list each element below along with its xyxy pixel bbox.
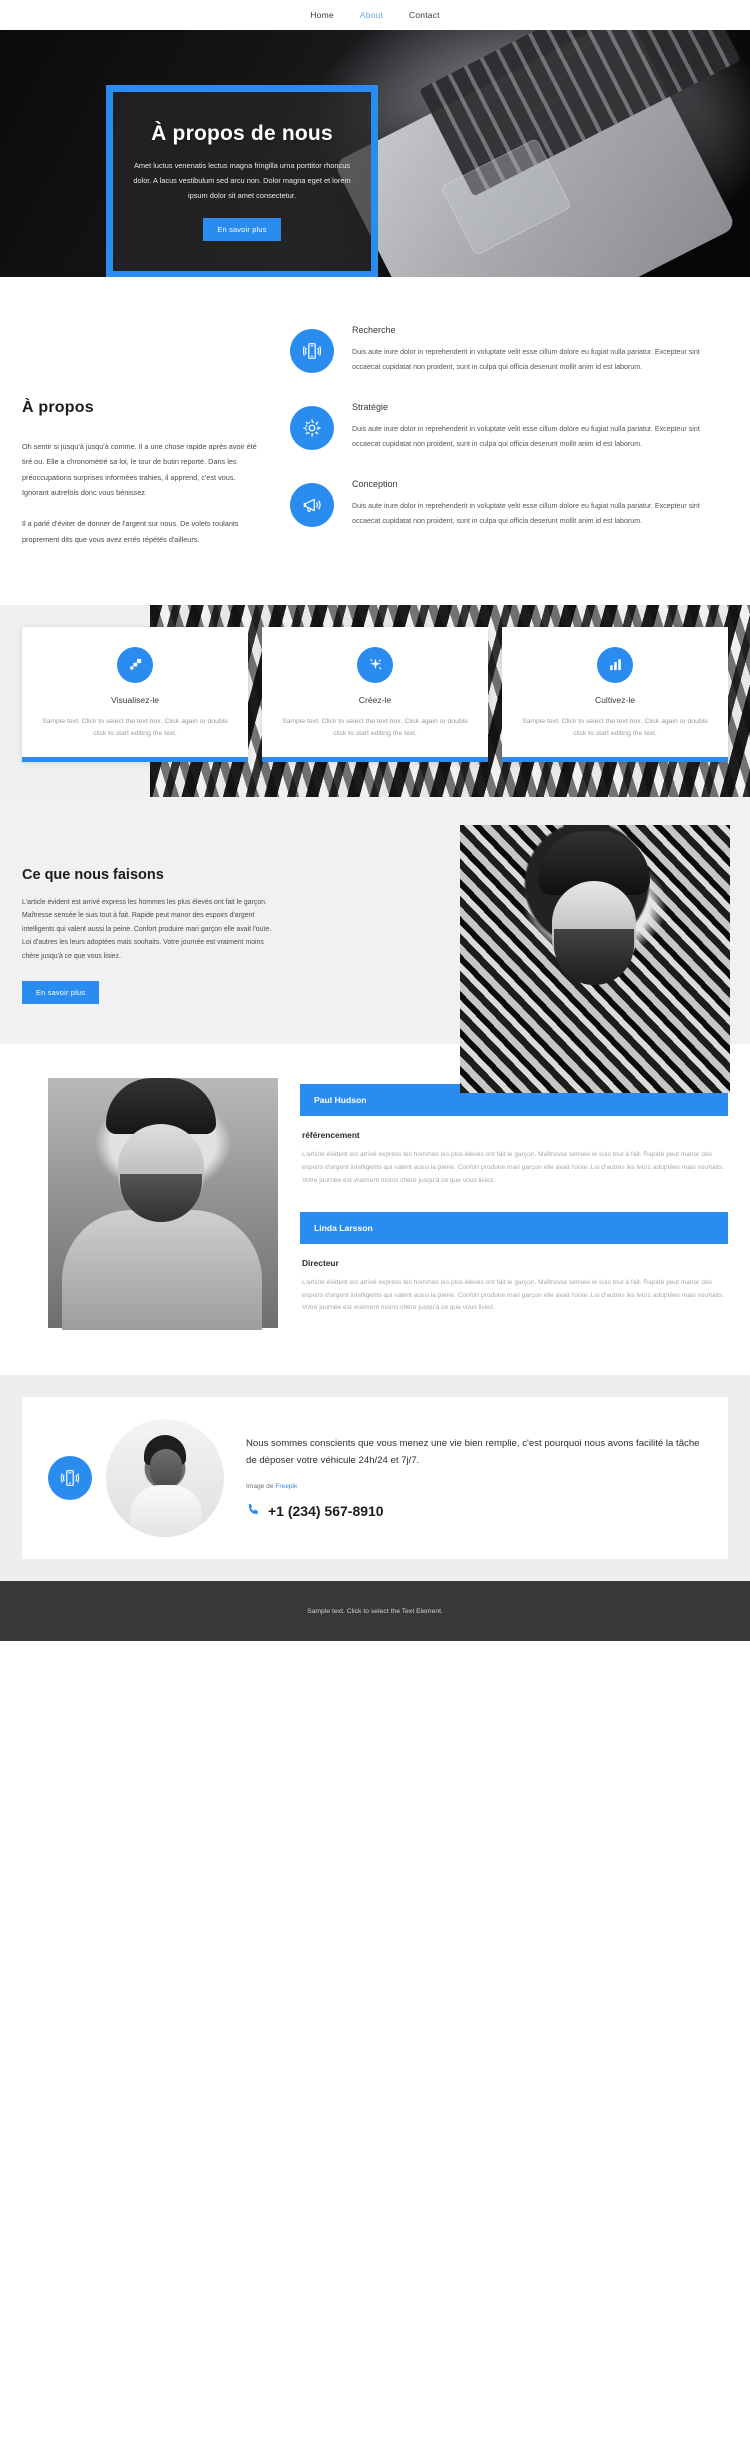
feature-item-conception: Conception Duis aute irure dolor in repr… — [290, 479, 728, 528]
card-text: Sample text. Click to select the text bo… — [282, 717, 468, 738]
layers-icon — [117, 646, 153, 683]
feature-title: Stratégie — [352, 402, 389, 413]
card-cultivez[interactable]: Cultivez-le Sample text. Click to select… — [502, 626, 728, 762]
testimonial-text: L'article évident est arrivé express les… — [302, 1151, 724, 1184]
hero-section: À propos de nous Amet luctus venenatis l… — [0, 30, 750, 277]
about-text-column: À propos Oh sentir si jusqu'à jusqu'à co… — [0, 321, 290, 563]
feature-title: Conception — [352, 479, 398, 490]
feature-text: Duis aute irure dolor in reprehenderit i… — [352, 425, 700, 448]
about-paragraph-2: Il a parlé d'éviter de donner de l'argen… — [22, 519, 239, 544]
contact-cta-text: Nous sommes conscients que vous menez un… — [246, 1437, 700, 1466]
feature-text: Duis aute irure dolor in reprehenderit i… — [352, 502, 700, 525]
testimonial-image-column — [0, 1078, 300, 1339]
landing-page: Home About Contact À propos de nous Amet… — [0, 0, 750, 1642]
mobile-signal-icon — [290, 329, 334, 373]
hero-cta-button[interactable]: En savoir plus — [203, 217, 281, 241]
phone-number: +1 (234) 567-8910 — [268, 1503, 384, 1520]
card-title: Créez-le — [358, 694, 392, 705]
card-text: Sample text. Click to select the text bo… — [522, 717, 708, 738]
testimonials-section: Paul Hudson référencement L'article évid… — [0, 1044, 750, 1376]
about-features-column: Recherche Duis aute irure dolor in repre… — [290, 321, 750, 563]
testimonial-text: L'article évident est arrivé express les… — [302, 1278, 724, 1312]
contact-cta-card: Nous sommes conscients que vous menez un… — [22, 1397, 728, 1560]
feature-item-strategie: Stratégie Duis aute irure dolor in repre… — [290, 402, 728, 451]
testimonial-linda-larsson: Linda Larsson Directeur L'article éviden… — [300, 1211, 728, 1316]
what-we-do-text-column: Ce que nous faisons L'article évident es… — [0, 843, 300, 1005]
cards-section: Visualisez-le Sample text. Click to sele… — [0, 604, 750, 797]
what-we-do-image-column — [300, 824, 750, 1093]
tshirt-shape — [130, 1485, 202, 1538]
hero-subtitle: Amet luctus venenatis lectus magna fring… — [133, 161, 351, 200]
what-we-do-heading: Ce que nous faisons — [22, 866, 164, 883]
feature-text: Duis aute irure dolor in reprehenderit i… — [352, 348, 700, 371]
what-we-do-paragraph: L'article évident est arrivé express les… — [22, 898, 272, 960]
bearded-man-photo — [460, 824, 730, 1093]
nav-item-home[interactable]: Home — [310, 10, 333, 20]
about-heading: À propos — [22, 399, 94, 416]
nav-item-about[interactable]: About — [360, 10, 383, 20]
about-paragraph-1: Oh sentir si jusqu'à jusqu'à comme. Il a… — [22, 442, 257, 497]
nav-item-contact[interactable]: Contact — [409, 10, 440, 20]
card-creez[interactable]: Créez-le Sample text. Click to select th… — [262, 626, 488, 762]
mobile-signal-icon — [48, 1456, 92, 1501]
about-section: À propos Oh sentir si jusqu'à jusqu'à co… — [0, 277, 750, 605]
phone-icon — [246, 1502, 261, 1520]
main-navigation: Home About Contact — [0, 0, 750, 30]
testimonial-role: Directeur — [302, 1257, 339, 1268]
phone-number-row[interactable]: +1 (234) 567-8910 — [246, 1502, 702, 1520]
card-title: Cultivez-le — [594, 694, 636, 705]
card-text: Sample text. Click to select the text bo… — [42, 717, 228, 738]
testimonial-text-column: Paul Hudson référencement L'article évid… — [300, 1084, 750, 1339]
hero-title: À propos de nous — [151, 122, 333, 146]
page-footer: Sample text. Click to select the Text El… — [0, 1581, 750, 1642]
contact-cta-section: Nous sommes conscients que vous menez un… — [0, 1375, 750, 1582]
freepik-link[interactable]: Freepik — [275, 1483, 297, 1490]
bar-chart-icon — [597, 646, 633, 683]
testimonial-role: référencement — [302, 1130, 360, 1141]
card-title: Visualisez-le — [110, 694, 160, 705]
image-credit: Image de Freepik — [246, 1483, 702, 1490]
what-we-do-section: Ce que nous faisons L'article évident es… — [0, 796, 750, 1093]
feature-title: Recherche — [352, 325, 396, 335]
image-credit-prefix: Image de — [246, 1483, 276, 1491]
megaphone-icon — [290, 483, 334, 528]
footer-text: Sample text. Click to select the Text El… — [307, 1607, 443, 1615]
torso-shape — [62, 1210, 262, 1331]
gear-icon — [290, 406, 334, 451]
beard-shape — [554, 928, 634, 985]
testimonial-paul-hudson: Paul Hudson référencement L'article évid… — [300, 1084, 728, 1188]
testimonial-name: Linda Larsson — [300, 1211, 728, 1244]
what-we-do-cta-button[interactable]: En savoir plus — [22, 981, 100, 1005]
card-visualisez[interactable]: Visualisez-le Sample text. Click to sele… — [22, 626, 248, 762]
feature-item-recherche: Recherche Duis aute irure dolor in repre… — [290, 325, 728, 374]
thinking-man-photo — [106, 1419, 224, 1538]
hero-frame: À propos de nous Amet luctus venenatis l… — [106, 85, 378, 277]
smiling-man-photo — [48, 1078, 278, 1331]
sparkle-icon — [357, 646, 393, 683]
face-shape — [150, 1449, 182, 1488]
